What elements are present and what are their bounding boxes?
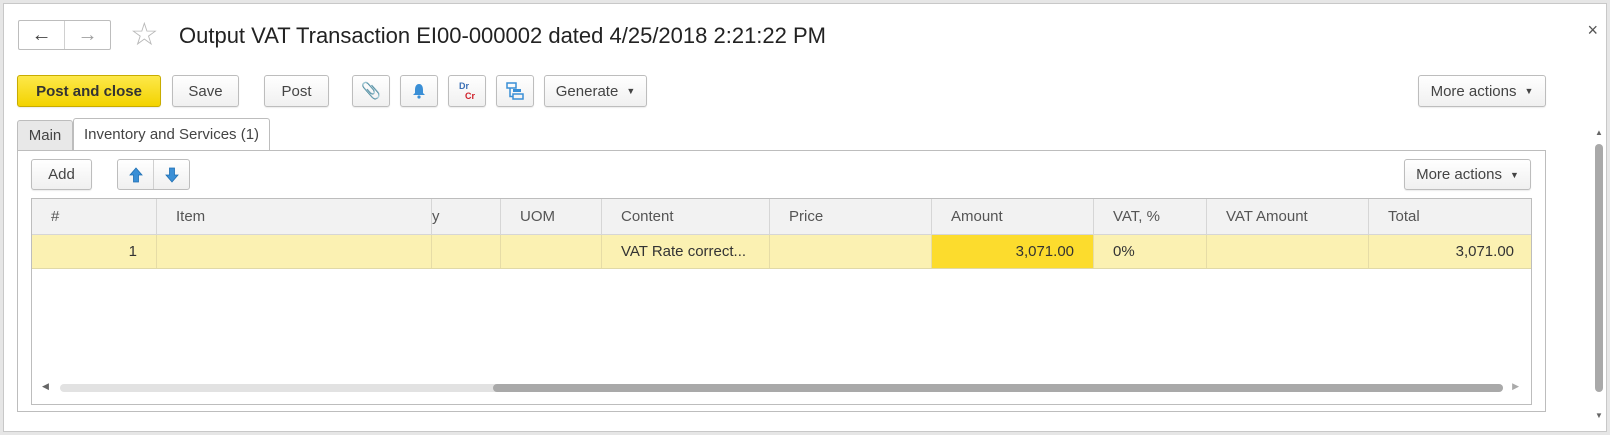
table-more-actions-button[interactable]: More actions ▼	[1404, 159, 1531, 190]
cell-uom[interactable]	[501, 235, 602, 268]
save-button[interactable]: Save	[172, 75, 239, 107]
more-actions-button[interactable]: More actions ▼	[1418, 75, 1546, 107]
column-header-item[interactable]: Item	[157, 199, 432, 234]
post-button[interactable]: Post	[264, 75, 329, 107]
bell-icon	[413, 84, 425, 99]
back-arrow-icon[interactable]: ←	[19, 21, 64, 49]
column-header-price[interactable]: Price	[770, 199, 932, 234]
chevron-down-icon: ▼	[626, 86, 636, 96]
scroll-track[interactable]	[60, 384, 1503, 392]
table-header: # Item y UOM Content Price Amount VAT, %…	[32, 199, 1531, 235]
document-window: ← → ☆ Output VAT Transaction EI00-000002…	[3, 3, 1607, 432]
table-row[interactable]: 1 VAT Rate correct... 3,071.00 0% 3,071.…	[32, 235, 1531, 269]
tab-main[interactable]: Main	[17, 120, 73, 150]
more-actions-label: More actions	[1430, 82, 1517, 100]
cell-number[interactable]: 1	[32, 235, 157, 268]
attach-file-button[interactable]: 📎	[352, 75, 390, 107]
horizontal-scrollbar[interactable]: ◀ ▶	[32, 381, 1531, 394]
favorite-star-icon[interactable]: ☆	[130, 18, 159, 50]
add-row-button[interactable]: Add	[31, 159, 92, 190]
move-down-button[interactable]	[154, 160, 189, 189]
generate-label: Generate	[555, 82, 619, 100]
column-header-uom[interactable]: UOM	[501, 199, 602, 234]
generate-dropdown-button[interactable]: Generate ▼	[544, 75, 647, 107]
dr-cr-button[interactable]: Dr Cr	[448, 75, 486, 107]
cell-total[interactable]: 3,071.00	[1369, 235, 1531, 268]
column-header-vat-amount[interactable]: VAT Amount	[1207, 199, 1369, 234]
reminder-button[interactable]	[400, 75, 438, 107]
column-header-total[interactable]: Total	[1369, 199, 1531, 234]
table-more-actions-label: More actions	[1416, 166, 1502, 183]
cell-item[interactable]	[157, 235, 432, 268]
column-header-amount[interactable]: Amount	[932, 199, 1094, 234]
close-icon[interactable]: ×	[1587, 20, 1598, 41]
scroll-left-icon[interactable]: ◀	[42, 381, 49, 392]
vertical-scroll-thumb[interactable]	[1595, 144, 1603, 392]
arrow-down-icon	[164, 167, 179, 183]
move-up-button[interactable]	[118, 160, 154, 189]
paperclip-icon: 📎	[361, 83, 381, 100]
forward-arrow-icon[interactable]: →	[64, 21, 110, 49]
column-header-number[interactable]: #	[32, 199, 157, 234]
structure-button[interactable]	[496, 75, 534, 107]
items-table: # Item y UOM Content Price Amount VAT, %…	[31, 198, 1532, 405]
post-and-close-button[interactable]: Post and close	[17, 75, 161, 107]
page-title: Output VAT Transaction EI00-000002 dated…	[179, 23, 827, 48]
debit-credit-icon: Dr Cr	[458, 81, 475, 101]
vertical-scrollbar[interactable]: ▲ ▼	[1594, 128, 1604, 420]
cell-amount[interactable]: 3,071.00	[932, 235, 1094, 268]
scroll-right-icon[interactable]: ▶	[1512, 381, 1519, 392]
column-header-vat-rate[interactable]: VAT, %	[1094, 199, 1207, 234]
cell-vat-rate[interactable]: 0%	[1094, 235, 1207, 268]
arrow-up-icon	[128, 166, 143, 182]
column-header-content[interactable]: Content	[602, 199, 770, 234]
hierarchy-icon	[506, 82, 524, 100]
cell-quantity[interactable]	[432, 235, 501, 268]
move-buttons-group	[117, 159, 190, 190]
cell-price[interactable]	[770, 235, 932, 268]
scroll-thumb[interactable]	[492, 384, 1503, 392]
scroll-down-icon[interactable]: ▼	[1595, 411, 1603, 420]
navigation-group: ← →	[18, 20, 111, 50]
tab-inventory-and-services[interactable]: Inventory and Services (1)	[73, 118, 270, 150]
chevron-down-icon: ▼	[1524, 86, 1534, 96]
scroll-up-icon[interactable]: ▲	[1595, 128, 1603, 137]
cell-content[interactable]: VAT Rate correct...	[602, 235, 770, 268]
chevron-down-icon: ▼	[1509, 169, 1519, 180]
column-header-quantity[interactable]: y	[432, 199, 501, 234]
cell-vat-amount[interactable]	[1207, 235, 1369, 268]
